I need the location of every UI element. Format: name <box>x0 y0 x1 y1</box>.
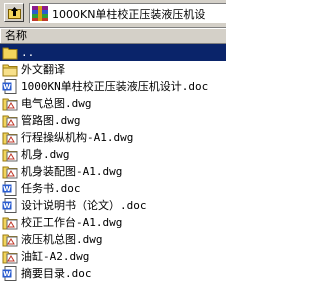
file-name: 电气总图.dwg <box>21 97 92 110</box>
file-name: 机身.dwg <box>21 148 70 161</box>
file-row[interactable]: 行程操纵机构-A1.dwg <box>0 129 226 146</box>
path-field[interactable]: 1000KN单柱校正压装液压机设 <box>29 3 226 23</box>
folder-icon <box>2 62 18 77</box>
rar-archive-icon <box>32 6 48 21</box>
file-name: 外文翻译 <box>21 63 65 76</box>
file-name: 设计说明书（论文）.doc <box>21 199 147 212</box>
file-name: .. <box>21 46 35 59</box>
file-name: 管路图.dwg <box>21 114 81 127</box>
file-row[interactable]: W 摘要目录.doc <box>0 265 226 282</box>
dwg-icon <box>2 147 18 162</box>
folder-up-icon <box>2 45 18 60</box>
up-folder-button[interactable] <box>4 3 24 22</box>
file-name: 机身装配图-A1.dwg <box>21 165 123 178</box>
dwg-icon <box>2 164 18 179</box>
name-column-header[interactable]: 名称 <box>0 28 226 43</box>
file-name: 1000KN单柱校正压装液压机设计.doc <box>21 80 209 93</box>
dwg-icon <box>2 232 18 247</box>
file-row[interactable]: W 任务书.doc <box>0 180 226 197</box>
file-row[interactable]: 机身装配图-A1.dwg <box>0 163 226 180</box>
doc-icon: W <box>2 181 18 196</box>
doc-icon: W <box>2 198 18 213</box>
dwg-icon <box>2 215 18 230</box>
doc-icon: W <box>2 79 18 94</box>
dwg-icon <box>2 130 18 145</box>
file-row[interactable]: 管路图.dwg <box>0 112 226 129</box>
doc-icon: W <box>2 266 18 281</box>
file-row[interactable]: 校正工作台-A1.dwg <box>0 214 226 231</box>
file-row[interactable]: 油缸-A2.dwg <box>0 248 226 265</box>
path-text: 1000KN单柱校正压装液压机设 <box>52 8 206 21</box>
file-name: 摘要目录.doc <box>21 267 92 280</box>
file-list: .. 外文翻译 W 1000KN单柱校正压装液压机设计.doc 电气总图.dwg 管路图.… <box>0 44 226 282</box>
file-name: 任务书.doc <box>21 182 81 195</box>
dwg-icon <box>2 96 18 111</box>
file-row[interactable]: .. <box>0 44 226 61</box>
svg-text:W: W <box>3 185 11 193</box>
svg-text:W: W <box>3 83 11 91</box>
toolbar: 1000KN单柱校正压装液压机设 <box>0 0 226 28</box>
file-row[interactable]: 机身.dwg <box>0 146 226 163</box>
svg-text:W: W <box>3 202 11 210</box>
dwg-icon <box>2 249 18 264</box>
file-name: 油缸-A2.dwg <box>21 250 90 263</box>
file-row[interactable]: 外文翻译 <box>0 61 226 78</box>
file-row[interactable]: 电气总图.dwg <box>0 95 226 112</box>
file-row[interactable]: W 1000KN单柱校正压装液压机设计.doc <box>0 78 226 95</box>
file-row[interactable]: 液压机总图.dwg <box>0 231 226 248</box>
file-row[interactable]: W 设计说明书（论文）.doc <box>0 197 226 214</box>
file-name: 液压机总图.dwg <box>21 233 103 246</box>
file-name: 行程操纵机构-A1.dwg <box>21 131 134 144</box>
dwg-icon <box>2 113 18 128</box>
list-header: 名称 <box>0 28 226 44</box>
svg-text:W: W <box>3 270 11 278</box>
up-folder-icon <box>8 7 21 19</box>
file-name: 校正工作台-A1.dwg <box>21 216 123 229</box>
